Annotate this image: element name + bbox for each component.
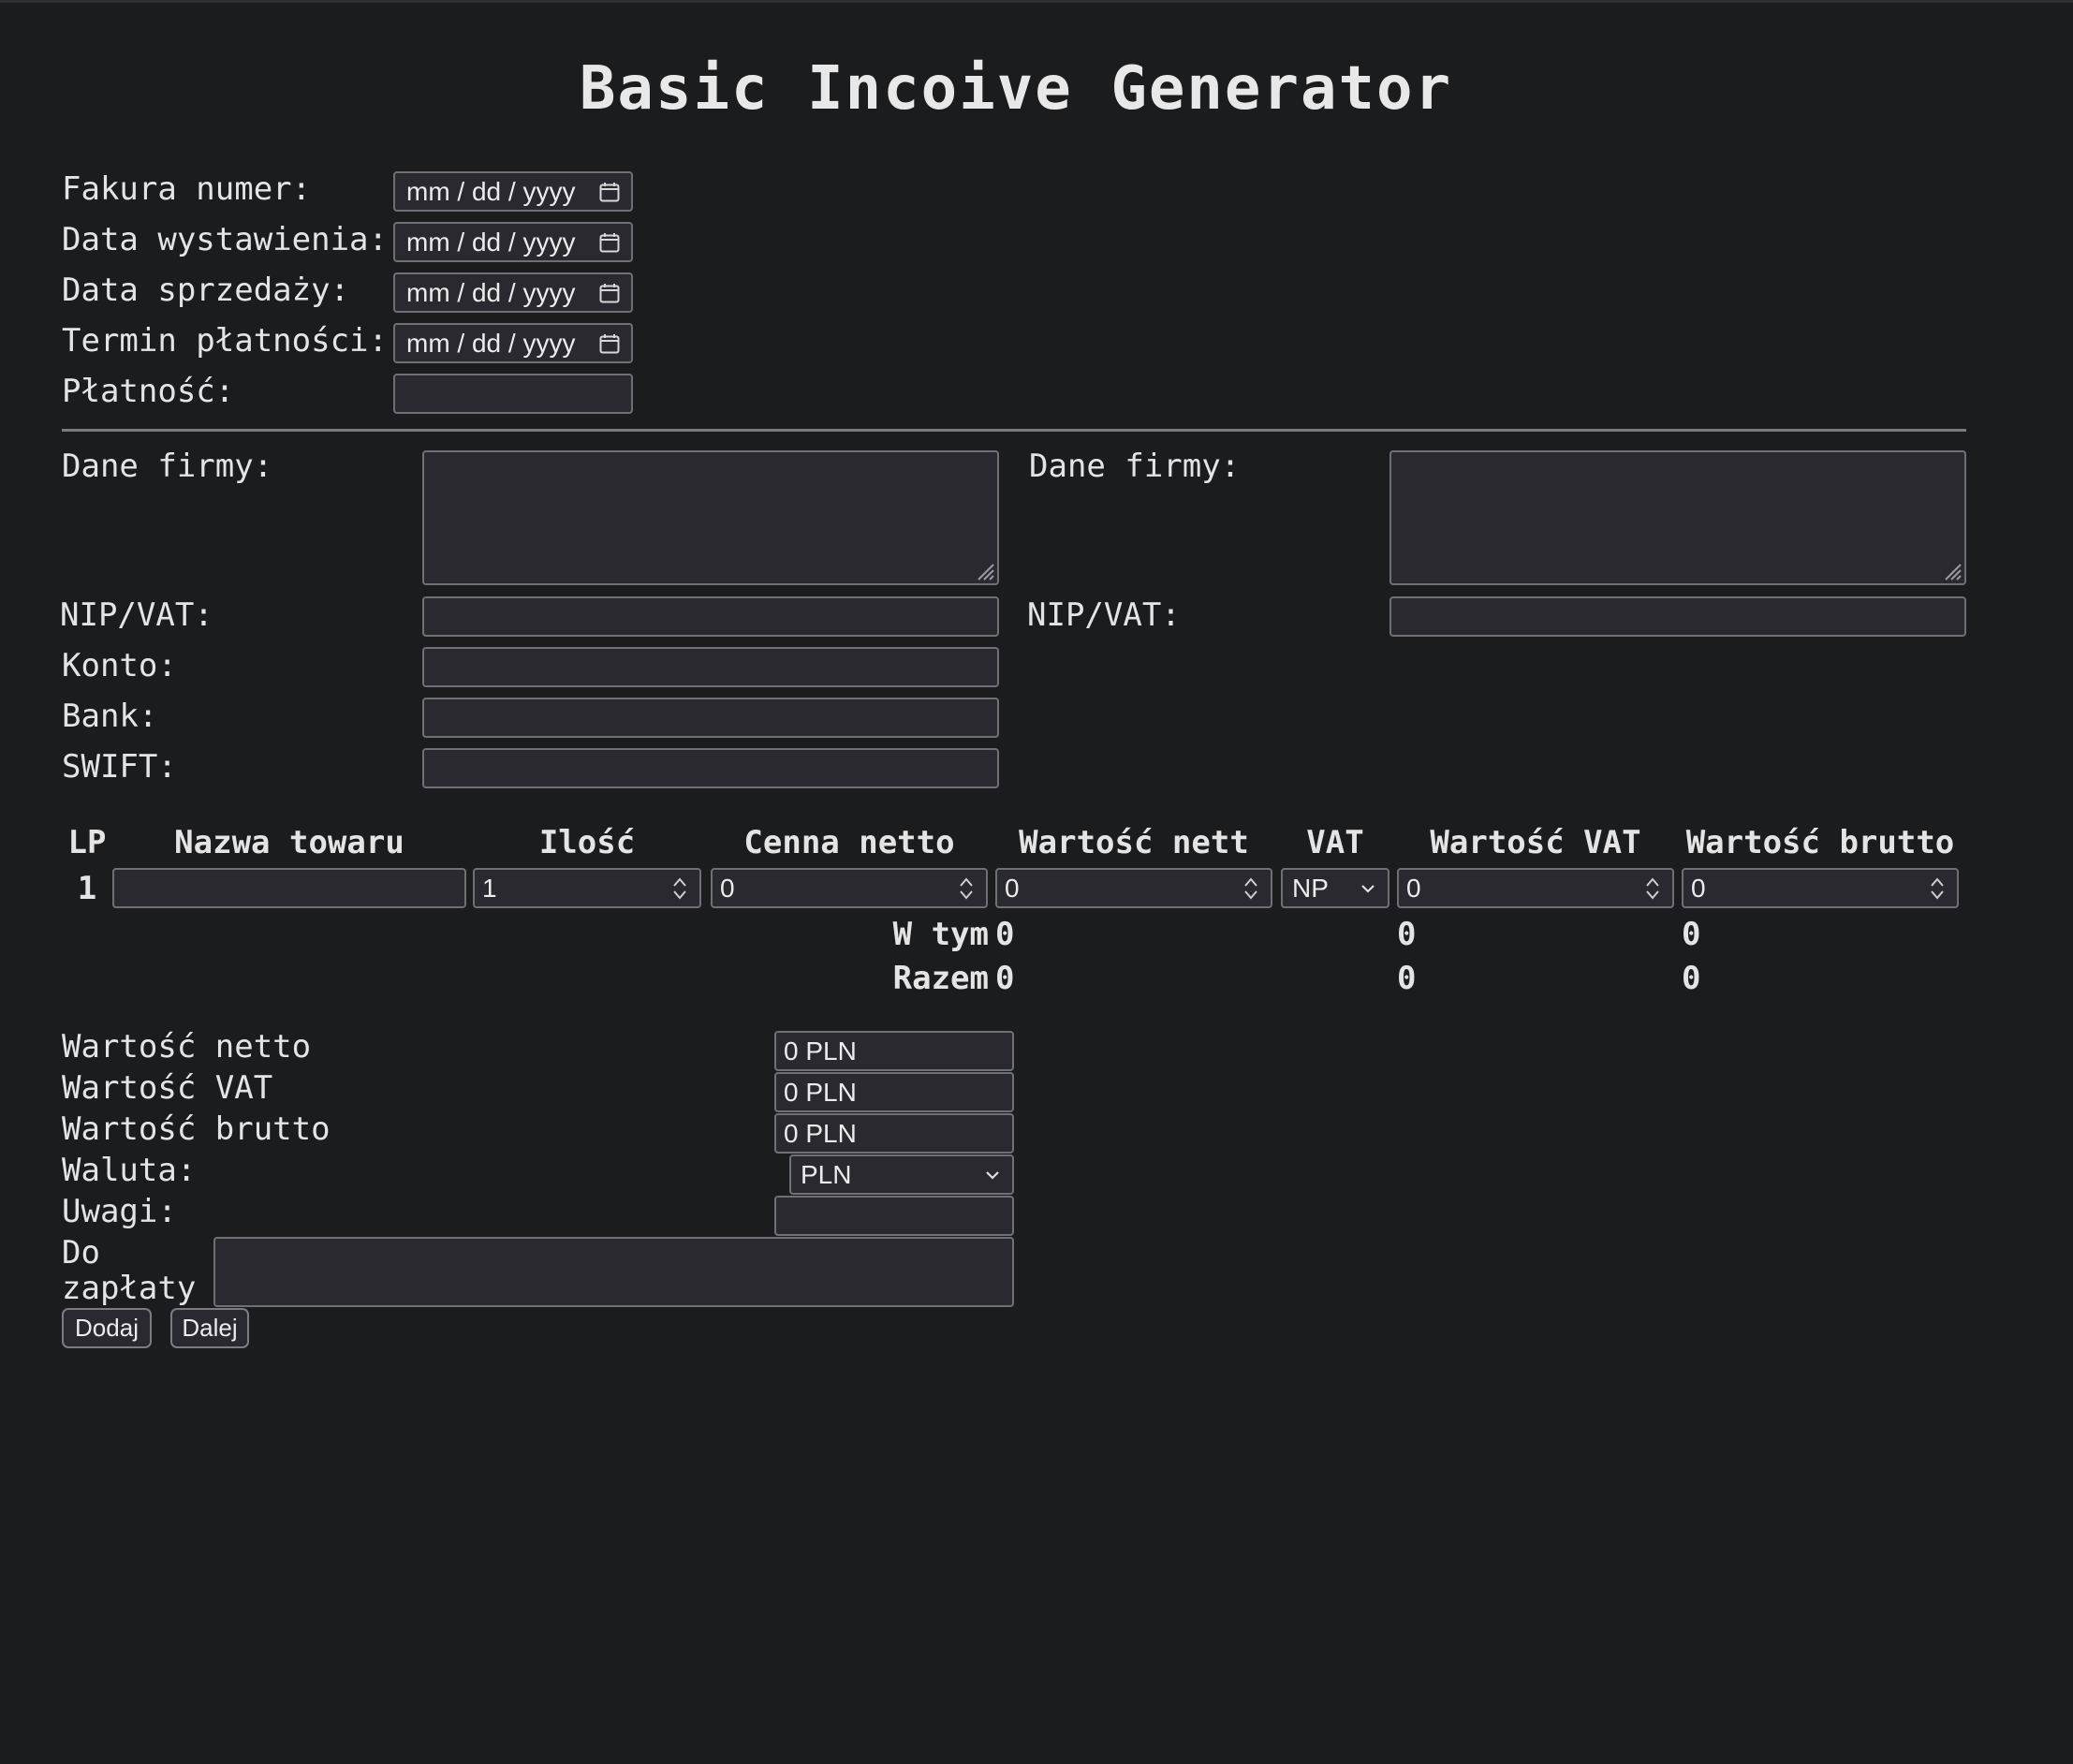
col-header-qty: Ilość (538, 824, 636, 861)
w-tym-net-value: 0 (995, 916, 1015, 953)
razem-vat-value: 0 (1397, 960, 1417, 997)
col-header-value-vat: Wartość VAT (1430, 824, 1641, 861)
item-name-input[interactable] (112, 868, 466, 908)
item-qty-input[interactable]: 1 (473, 868, 701, 908)
amount-due-label-line1: Do (62, 1234, 100, 1272)
item-value-gross-input[interactable]: 0 (1682, 868, 1959, 908)
spinner-icon[interactable] (1242, 875, 1259, 902)
seller-nip-label: NIP/VAT: (60, 596, 213, 634)
resize-grip-icon[interactable] (974, 560, 994, 581)
spinner-icon[interactable] (958, 875, 975, 902)
row-lp: 1 (77, 870, 97, 907)
col-header-value-net: Wartość nett (1019, 824, 1249, 861)
add-button[interactable]: Dodaj (62, 1308, 152, 1348)
window-top-border (0, 0, 2073, 3)
chevron-down-icon (986, 1170, 999, 1180)
summary-gross-label: Wartość brutto (62, 1110, 331, 1148)
razem-net-value: 0 (995, 960, 1015, 997)
col-header-name: Nazwa towaru (174, 824, 404, 861)
item-value-vat-input[interactable]: 0 (1397, 868, 1674, 908)
seller-nip-input[interactable] (422, 596, 999, 637)
date-placeholder: mm / dd / yyyy (406, 227, 576, 257)
issue-date-label: Data wystawienia: (62, 221, 388, 258)
summary-net-input[interactable]: 0 PLN (774, 1031, 1014, 1071)
date-placeholder: mm / dd / yyyy (406, 328, 576, 358)
w-tym-vat-value: 0 (1397, 916, 1417, 953)
w-tym-label: W tym (892, 916, 989, 953)
buyer-company-label: Dane firmy: (1029, 448, 1241, 485)
currency-select[interactable]: PLN (789, 1154, 1014, 1195)
date-placeholder: mm / dd / yyyy (406, 277, 576, 307)
section-divider (62, 429, 1966, 432)
payment-method-label: Płatność: (62, 373, 235, 410)
seller-swift-input[interactable] (422, 748, 999, 788)
item-qty-value: 1 (482, 873, 497, 903)
notes-input[interactable] (774, 1196, 1014, 1236)
summary-vat-input[interactable]: 0 PLN (774, 1072, 1014, 1112)
page-title: Basic Incoive Generator (579, 54, 1453, 124)
currency-label: Waluta: (62, 1152, 197, 1189)
col-header-price-net: Cenna netto (743, 824, 955, 861)
payment-method-input[interactable] (393, 374, 633, 414)
sale-date-label: Data sprzedaży: (62, 272, 350, 309)
col-header-vat: VAT (1306, 824, 1364, 861)
item-value-net-value: 0 (1005, 873, 1020, 903)
invoice-number-label: Fakura numer: (62, 170, 312, 208)
razem-gross-value: 0 (1682, 960, 1701, 997)
seller-company-label: Dane firmy: (62, 448, 273, 485)
seller-account-label: Konto: (62, 647, 177, 684)
item-value-net-input[interactable]: 0 (995, 868, 1272, 908)
item-price-net-value: 0 (720, 873, 735, 903)
seller-bank-input[interactable] (422, 698, 999, 738)
w-tym-gross-value: 0 (1682, 916, 1701, 953)
item-value-gross-value: 0 (1691, 873, 1706, 903)
payment-due-label: Termin płatności: (62, 322, 388, 360)
summary-vat-label: Wartość VAT (62, 1069, 273, 1107)
col-header-lp: LP (67, 824, 107, 861)
razem-label: Razem (892, 960, 989, 997)
notes-label: Uwagi: (62, 1193, 177, 1230)
spinner-icon[interactable] (1929, 875, 1946, 902)
item-vat-select[interactable]: NP (1281, 868, 1389, 908)
buyer-nip-input[interactable] (1389, 596, 1966, 637)
summary-net-label: Wartość netto (62, 1028, 312, 1066)
seller-account-input[interactable] (422, 647, 999, 687)
spinner-icon[interactable] (671, 875, 688, 902)
summary-net-value: 0 PLN (784, 1036, 857, 1066)
col-header-value-gross: Wartość brutto (1685, 824, 1955, 861)
calendar-icon[interactable] (599, 232, 620, 253)
calendar-icon[interactable] (599, 333, 620, 354)
seller-company-textarea[interactable] (422, 450, 999, 585)
issue-date-input[interactable]: mm / dd / yyyy (393, 222, 633, 262)
seller-bank-label: Bank: (62, 698, 158, 735)
amount-due-input[interactable] (213, 1237, 1014, 1307)
calendar-icon[interactable] (599, 182, 620, 202)
invoice-number-date-input[interactable]: mm / dd / yyyy (393, 171, 633, 212)
currency-value: PLN (801, 1159, 852, 1189)
chevron-down-icon (1361, 884, 1375, 893)
buyer-nip-label: NIP/VAT: (1027, 596, 1181, 634)
buyer-company-textarea[interactable] (1389, 450, 1966, 585)
item-value-vat-value: 0 (1406, 873, 1421, 903)
summary-vat-value: 0 PLN (784, 1077, 857, 1107)
sale-date-input[interactable]: mm / dd / yyyy (393, 272, 633, 313)
summary-gross-input[interactable]: 0 PLN (774, 1113, 1014, 1154)
resize-grip-icon[interactable] (1941, 560, 1962, 581)
summary-gross-value: 0 PLN (784, 1118, 857, 1148)
payment-due-input[interactable]: mm / dd / yyyy (393, 323, 633, 363)
next-button[interactable]: Dalej (170, 1308, 249, 1348)
calendar-icon[interactable] (599, 283, 620, 303)
date-placeholder: mm / dd / yyyy (406, 176, 576, 206)
seller-swift-label: SWIFT: (62, 748, 177, 786)
amount-due-label-line2: zapłaty (62, 1270, 197, 1307)
item-price-net-input[interactable]: 0 (711, 868, 988, 908)
item-vat-value: NP (1292, 873, 1329, 903)
spinner-icon[interactable] (1644, 875, 1661, 902)
